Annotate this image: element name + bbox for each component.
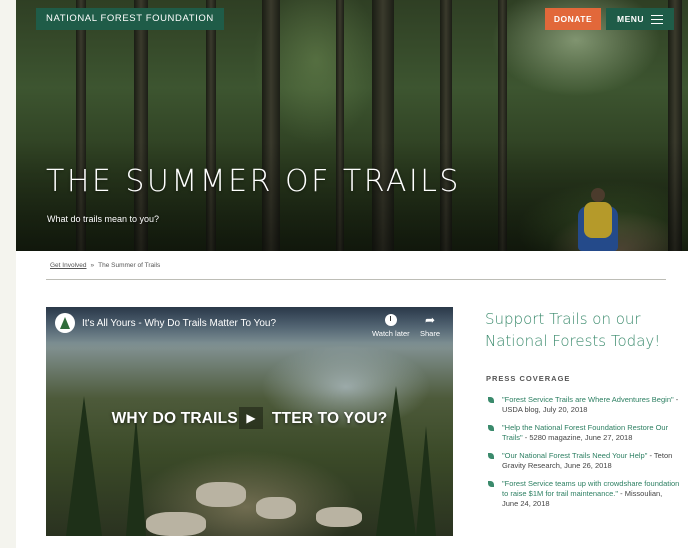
share-icon: ➦ (424, 313, 436, 327)
overlay-text-right: TTER TO YOU? (271, 410, 388, 427)
press-source: - 5280 magazine, June 27, 2018 (522, 433, 633, 442)
watch-later-label: Watch later (372, 329, 410, 338)
play-icon[interactable]: ▶ (239, 407, 263, 429)
channel-avatar-icon[interactable] (55, 313, 75, 333)
hero-title: THE SUMMER OF TRAILS (46, 164, 461, 199)
divider (46, 279, 666, 280)
hero-banner: NATIONAL FOREST FOUNDATION DONATE MENU T… (16, 0, 688, 251)
press-list: "Forest Service Trails are Where Adventu… (488, 395, 680, 517)
share-label: Share (420, 329, 441, 338)
menu-label: MENU (616, 14, 645, 24)
list-item: "Help the National Forest Foundation Res… (488, 423, 680, 443)
leaf-bullet-icon (488, 425, 494, 431)
leaf-bullet-icon (488, 453, 494, 459)
menu-button[interactable]: MENU (606, 8, 674, 30)
list-item: "Our National Forest Trails Need Your He… (488, 451, 680, 471)
leaf-bullet-icon (488, 397, 494, 403)
watch-later-button[interactable]: Watch later (372, 314, 410, 338)
hamburger-icon (651, 14, 664, 24)
press-link[interactable]: "Our National Forest Trails Need Your He… (502, 451, 647, 460)
video-title[interactable]: It's All Yours - Why Do Trails Matter To… (82, 318, 276, 329)
leaf-bullet-icon (488, 481, 494, 487)
breadcrumb-current: The Summer of Trails (98, 262, 161, 269)
page: NATIONAL FOREST FOUNDATION DONATE MENU T… (16, 0, 688, 548)
hero-subtitle: What do trails mean to you? (47, 214, 160, 224)
video-player[interactable]: It's All Yours - Why Do Trails Matter To… (46, 307, 453, 536)
donate-button[interactable]: DONATE (545, 8, 601, 30)
list-item: "Forest Service teams up with crowdshare… (488, 479, 680, 509)
list-item: "Forest Service Trails are Where Adventu… (488, 395, 680, 415)
press-coverage-heading: PRESS COVERAGE (486, 374, 571, 383)
breadcrumb-separator: » (90, 262, 95, 269)
breadcrumb: Get Involved » The Summer of Trails (50, 262, 160, 269)
support-heading: Support Trails on our National Forests T… (485, 310, 661, 350)
clock-icon (384, 314, 397, 326)
site-logo[interactable]: NATIONAL FOREST FOUNDATION (36, 8, 224, 30)
hiker-figure (574, 188, 624, 251)
breadcrumb-link-get-involved[interactable]: Get Involved (50, 262, 87, 269)
press-link[interactable]: "Forest Service Trails are Where Adventu… (502, 395, 674, 404)
share-button[interactable]: ➦ Share (420, 314, 440, 338)
overlay-text-left: WHY DO TRAILS (111, 410, 238, 427)
